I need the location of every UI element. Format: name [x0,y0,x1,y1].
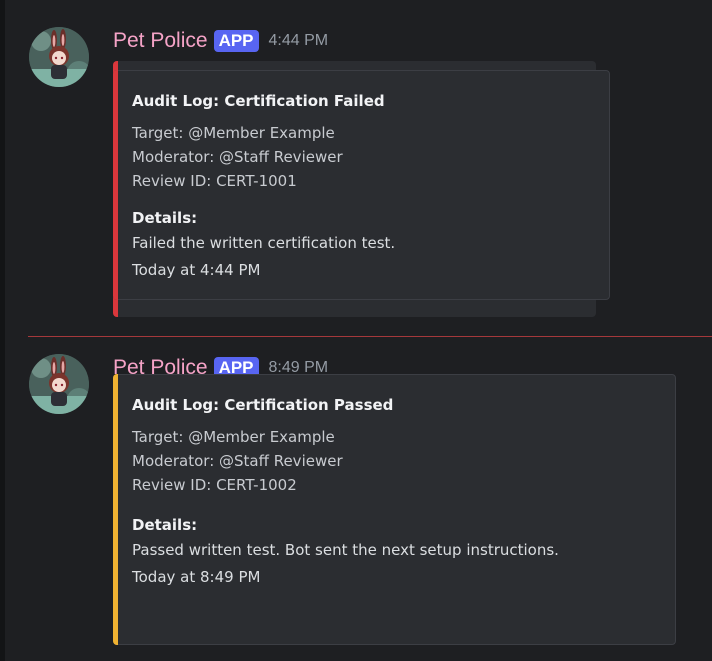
audit-log-embed-failed: Audit Log: Certification Failed Target: … [113,70,610,300]
embed-accent-bar [113,374,118,645]
message-header: Pet Police APP 4:44 PM [113,26,328,56]
embed-review-id: Review ID: CERT-1002 [132,476,297,494]
channel-edge [0,0,5,661]
audit-log-embed-passed: Audit Log: Certification Passed Target: … [113,374,676,645]
bunny-avatar-icon[interactable] [29,354,89,414]
embed-details-label: Details: [132,209,198,227]
embed-details-label: Details: [132,516,198,534]
embed-accent-bar [113,70,118,300]
embed-review-id: Review ID: CERT-1001 [132,172,297,190]
embed-title: Audit Log: Certification Failed [132,92,385,110]
message-timestamp[interactable]: 4:44 PM [269,32,329,50]
username[interactable]: Pet Police [113,29,208,53]
embed-title: Audit Log: Certification Passed [132,396,394,414]
new-messages-divider [28,336,712,337]
embed-details: Passed written test. Bot sent the next s… [132,541,559,559]
embed-target: Target: @Member Example [132,428,335,446]
embed-moderator: Moderator: @Staff Reviewer [132,452,343,470]
embed-footer-time: Today at 8:49 PM [132,568,261,586]
embed-footer-time: Today at 4:44 PM [132,261,261,279]
bunny-avatar-icon[interactable] [29,27,89,87]
embed-details: Failed the written certification test. [132,234,396,252]
app-badge: APP [213,30,259,52]
embed-moderator: Moderator: @Staff Reviewer [132,148,343,166]
embed-target: Target: @Member Example [132,124,335,142]
